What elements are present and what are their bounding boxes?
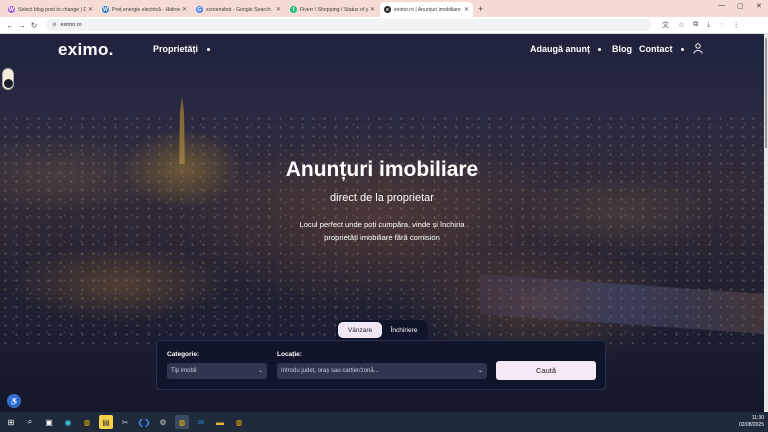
clock-time: 11:30 — [751, 415, 764, 421]
tab-favicon-icon: W — [8, 6, 15, 13]
edge-icon[interactable]: ◉ — [61, 415, 75, 429]
website-viewport: eximo. Proprietăți Adaugă anunț Blog Con… — [0, 34, 764, 412]
tab-title: screenshot - Google Search — [206, 6, 271, 13]
scrollbar-thumb[interactable] — [765, 38, 767, 148]
close-tab-icon[interactable]: ✕ — [276, 6, 281, 13]
close-tab-icon[interactable]: ✕ — [464, 6, 469, 13]
category-label: Categorie: — [167, 351, 200, 358]
hero-description: Locul perfect unde poți cumpăra, vinde ș… — [299, 220, 465, 242]
nav-dot — [207, 48, 210, 51]
tab-favicon-icon: W — [102, 6, 109, 13]
tab-title: Fiverr / Shopping / Status of yo... — [300, 6, 368, 13]
nav-add-listing-link[interactable]: Adaugă anunț — [530, 44, 590, 54]
close-tab-icon[interactable]: ✕ — [88, 6, 93, 13]
nav-contact-link[interactable]: Contact — [639, 44, 673, 54]
close-tab-icon[interactable]: ✕ — [182, 6, 187, 13]
browser-tab[interactable]: fFiverr / Shopping / Status of yo...✕ — [286, 2, 379, 17]
location-input[interactable]: Introdu județ, oraș sau cartier/zonă... ⌄ — [277, 363, 487, 379]
user-account-icon[interactable] — [693, 43, 703, 54]
site-logo[interactable]: eximo. — [58, 40, 114, 60]
settings-icon[interactable]: ⚙ — [156, 415, 170, 429]
site-header: eximo. Proprietăți Adaugă anunț Blog Con… — [0, 34, 764, 64]
tab-favicon-icon: G — [196, 6, 203, 13]
minimize-button[interactable]: — — [718, 2, 725, 9]
code-icon[interactable]: ✂ — [118, 415, 132, 429]
location-label: Locație: — [277, 351, 302, 358]
hero-subtitle: direct de la proprietar — [330, 192, 434, 204]
site-info-icon[interactable]: ⚙ — [52, 22, 56, 28]
nav-dot — [598, 48, 601, 51]
accessibility-icon[interactable]: ♿ — [7, 394, 21, 408]
sticky-notes-icon[interactable]: ▤ — [99, 415, 113, 429]
chrome-profile-icon[interactable]: ◍ — [175, 415, 189, 429]
system-clock[interactable]: 11:30 02/08/2025 — [739, 415, 764, 429]
browser-tab[interactable]: Gscreenshot - Google Search ✕ — [192, 2, 285, 17]
tab-favicon-icon: e — [384, 6, 391, 13]
bookmark-star-icon[interactable]: ☆ — [678, 21, 684, 29]
category-placeholder: Tip imobil — [171, 368, 197, 374]
close-window-button[interactable]: ✕ — [756, 2, 762, 10]
clock-date: 02/08/2025 — [738, 422, 764, 428]
task-view-icon[interactable]: ▣ — [42, 415, 56, 429]
back-button[interactable]: ← — [4, 21, 16, 30]
search-mode-tabs: Vânzare Închiriere — [336, 320, 428, 340]
address-bar[interactable]: ⚙ eximo.ro — [46, 19, 652, 31]
browser-tab[interactable]: W Preț energie electrică - Hidroel... ✕ — [98, 2, 191, 17]
location-placeholder: Introdu județ, oraș sau cartier/zonă... — [281, 368, 379, 374]
tab-title: Select blog post to change | D... — [18, 6, 86, 13]
tab-title: Preț energie electrică - Hidroel... — [112, 6, 180, 13]
nav-properties-link[interactable]: Proprietăți — [153, 44, 198, 54]
files-icon[interactable]: ▬ — [213, 415, 227, 429]
close-tab-icon[interactable]: ✕ — [370, 6, 375, 13]
new-tab-button[interactable]: + — [478, 4, 483, 14]
url-text: eximo.ro — [60, 22, 82, 28]
theme-toggle[interactable] — [2, 68, 14, 90]
chevron-down-icon: ⌄ — [257, 368, 263, 374]
category-select[interactable]: Tip imobil ⌄ — [167, 363, 267, 379]
browser-tabstrip: W Select blog post to change | D... ✕ W Pre… — [0, 0, 768, 17]
tab-favicon-icon: f — [290, 6, 297, 13]
extensions-icon[interactable]: ⧉ — [693, 21, 698, 29]
search-icon[interactable]: ⌕ — [23, 415, 37, 429]
outlook-icon[interactable]: ✉ — [194, 415, 208, 429]
browser-tab[interactable]: W Select blog post to change | D... ✕ — [4, 2, 97, 17]
tab-rent[interactable]: Închiriere — [382, 322, 426, 338]
profile-icon[interactable]: ◌ — [719, 22, 723, 29]
windows-taskbar: ⊞ ⌕ ▣ ◉ ◍ ▤ ✂ ❮❯ ⚙ ◍ ✉ ▬ ◍ 11:30 02/08/20… — [0, 412, 768, 432]
tab-title: eximo.ro | Anunțuri imobiliare ... — [394, 6, 462, 13]
chrome-alt-icon[interactable]: ◍ — [232, 415, 246, 429]
browser-tab-active[interactable]: e eximo.ro | Anunțuri imobiliare ... ✕ — [380, 2, 473, 17]
menu-icon[interactable]: ⋮ — [733, 21, 740, 29]
nav-blog-link[interactable]: Blog — [612, 44, 632, 54]
forward-button[interactable]: → — [16, 21, 28, 30]
hero-title: Anunțuri imobiliare — [285, 158, 479, 181]
vscode-icon[interactable]: ❮❯ — [137, 415, 151, 429]
browser-toolbar: ← → ↻ ⚙ eximo.ro 文 ☆ ⧉ ⤓ ◌ ⋮ — [0, 17, 768, 34]
translate-icon[interactable]: 文 — [662, 20, 669, 30]
tab-sale[interactable]: Vânzare — [338, 322, 382, 338]
windows-icon[interactable]: ⊞ — [4, 415, 18, 429]
search-button[interactable]: Caută — [496, 361, 596, 380]
nav-dot — [681, 48, 684, 51]
page-scrollbar[interactable] — [764, 34, 768, 412]
maximize-button[interactable]: ▢ — [737, 2, 744, 10]
download-icon[interactable]: ⤓ — [707, 21, 710, 29]
chrome-icon[interactable]: ◍ — [80, 415, 94, 429]
chevron-down-icon: ⌄ — [477, 368, 483, 374]
search-panel: Categorie: Tip imobil ⌄ Locație: Introdu … — [156, 340, 606, 390]
theme-toggle-knob — [4, 79, 13, 88]
reload-button[interactable]: ↻ — [28, 21, 40, 30]
